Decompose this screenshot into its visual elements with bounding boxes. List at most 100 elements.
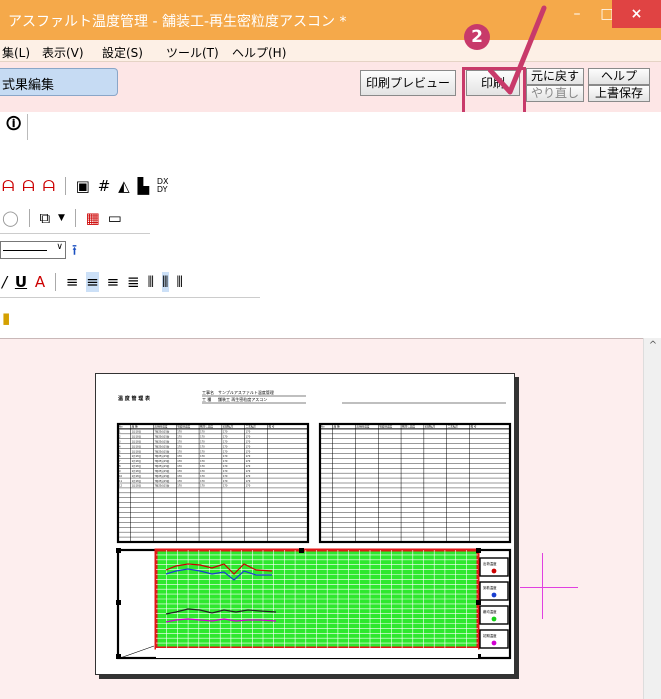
print-preview-button[interactable]: 印刷プレビュー [360,70,456,96]
table-cell: 7時25分15秒 [154,430,169,434]
table-cell: 170 [246,436,251,439]
table-cell: 170 [223,480,228,483]
title-bar: アスファルト温度管理 - 舗装工-再生密粒度アスコン * – □ × [0,0,661,40]
chart-x-axis-area [156,648,478,658]
menu-edit[interactable]: 集(L) [2,44,30,61]
legend-marker [491,568,497,574]
ribbon-panel: 🛈 ᗩ ᗩ ᗩ ▣ # ◭ ▙ DX DY ◯ ⧉ ▼ ▦ ▭ ∨ ⭱ / U … [0,112,661,338]
table-cell: 170 [200,485,205,488]
separator [64,177,66,195]
shape-b-icon[interactable]: ᗩ [22,176,34,196]
table-cell: 7 [119,460,121,463]
table-header-cell: 備 考 [470,425,476,429]
menu-view[interactable]: 表示(V) [42,44,84,61]
table-cell: 7時25分15秒 [154,459,169,463]
separator [55,273,56,291]
line-sample [3,250,47,251]
layer-icon[interactable]: ⧉ [39,208,50,228]
note-icon[interactable]: ▮ [2,308,10,328]
selection-handle [476,548,481,553]
table-cell: 170 [200,450,205,453]
table-cell: 170 [223,475,228,478]
table-cell: 1月18日 [132,449,141,453]
table-cell: 170 [177,460,182,463]
table-cell: 170 [223,465,228,468]
legend-marker [491,592,497,598]
table-header-cell: 二次転圧 [448,425,459,429]
vertical-spread-icon[interactable]: ⦀ [176,272,183,292]
chart-icon[interactable]: ▙ [137,176,149,196]
info-icon[interactable]: 🛈 [6,114,21,134]
legend-label: 初期温度 [483,633,497,638]
frame-icon[interactable]: ▣ [76,176,90,196]
table-cell: 170 [246,445,251,448]
table-cell: 7時25分15秒 [154,454,169,458]
italic-icon[interactable]: / [2,272,7,292]
table-header-cell: 出荷時温度 [356,425,369,429]
shape-a-icon[interactable]: ᗩ [2,176,14,196]
table-cell: 170 [200,460,205,463]
table-cell: 7時25分15秒 [154,444,169,448]
chevron-down-icon[interactable]: ▼ [58,208,65,228]
table-cell: 170 [177,470,182,473]
table-cell: 170 [177,431,182,434]
chart-y-axis-area [120,552,154,646]
table-header-cell: 品 種 [334,425,340,429]
separator [28,209,30,227]
table-cell: 1月18日 [132,479,141,483]
document-preview: 温 度 管 理 表 工事名 サンプルアスファルト温度管理工 種 舗装工 再生密粒度アス… [116,389,512,660]
zoom-icon[interactable]: ◯ [2,208,19,228]
table-cell: 170 [200,480,205,483]
table-header-cell: 品 種 [132,425,138,429]
table-cell: 4 [119,445,121,448]
dxdy-icon[interactable]: DX DY [157,178,169,194]
align-top-icon[interactable]: ⭱ [72,240,77,260]
save-over-button[interactable]: 上書保存 [588,85,650,102]
table-icon[interactable]: ▦ [86,208,100,228]
legend-marker [491,640,497,646]
selection-handle [116,600,121,605]
font-color-icon[interactable]: A [35,272,45,292]
underline-icon[interactable]: U [15,272,27,292]
table-cell: 1月18日 [132,435,141,439]
menu-help[interactable]: ヘルプ(H) [232,44,286,61]
print-page[interactable]: 温 度 管 理 表 工事名 サンプルアスファルト温度管理工 種 舗装工 再生密粒度アス… [95,373,515,675]
table-cell: 170 [223,431,228,434]
table-cell: 7時25分15秒 [154,449,169,453]
result-edit-tab[interactable]: 式果編集 [0,68,118,96]
menu-settings[interactable]: 設定(S) [102,44,143,61]
vertical-center-icon[interactable]: ⦀ [161,272,169,292]
table-cell: 170 [200,465,205,468]
table-cell: 1月18日 [132,464,141,468]
table-cell: 7時25分15秒 [154,474,169,478]
help-button[interactable]: ヘルプ [588,68,650,85]
table-cell: 170 [223,440,228,443]
table-cell: 10 [119,475,123,478]
align-left-icon[interactable]: ≡ [66,272,79,292]
legend-label: 敷均温度 [483,609,497,614]
vertical-bars-icon[interactable]: ⦀ [147,272,154,292]
table-cell: 170 [246,470,251,473]
close-button[interactable]: × [612,0,661,28]
menu-tools[interactable]: ツール(T) [166,44,219,61]
chevron-down-icon[interactable]: ∨ [56,242,63,252]
window-icon[interactable]: ▭ [108,208,122,228]
table-cell: 1月18日 [132,444,141,448]
align-center-icon[interactable]: ≡ [86,272,99,292]
selection-handle [116,654,121,659]
scroll-up-icon[interactable]: ^ [644,340,661,356]
table-cell: 170 [177,485,182,488]
vertical-scrollbar[interactable]: ^ [643,338,661,699]
fill-icon[interactable]: ◭ [118,176,130,196]
align-right-icon[interactable]: ≡ [107,272,120,292]
selection-handle [116,548,121,553]
table-cell: 7時25分15秒 [154,484,169,488]
shape-c-icon[interactable]: ᗩ [43,176,55,196]
minimize-button[interactable]: – [562,0,592,28]
grid-icon[interactable]: # [98,176,111,196]
align-justify-icon[interactable]: ≣ [127,272,140,292]
line-style-select[interactable]: ∨ [0,241,66,259]
table-cell: 2 [119,436,121,439]
legend-marker [491,616,497,622]
table-cell: 1月18日 [132,484,141,488]
